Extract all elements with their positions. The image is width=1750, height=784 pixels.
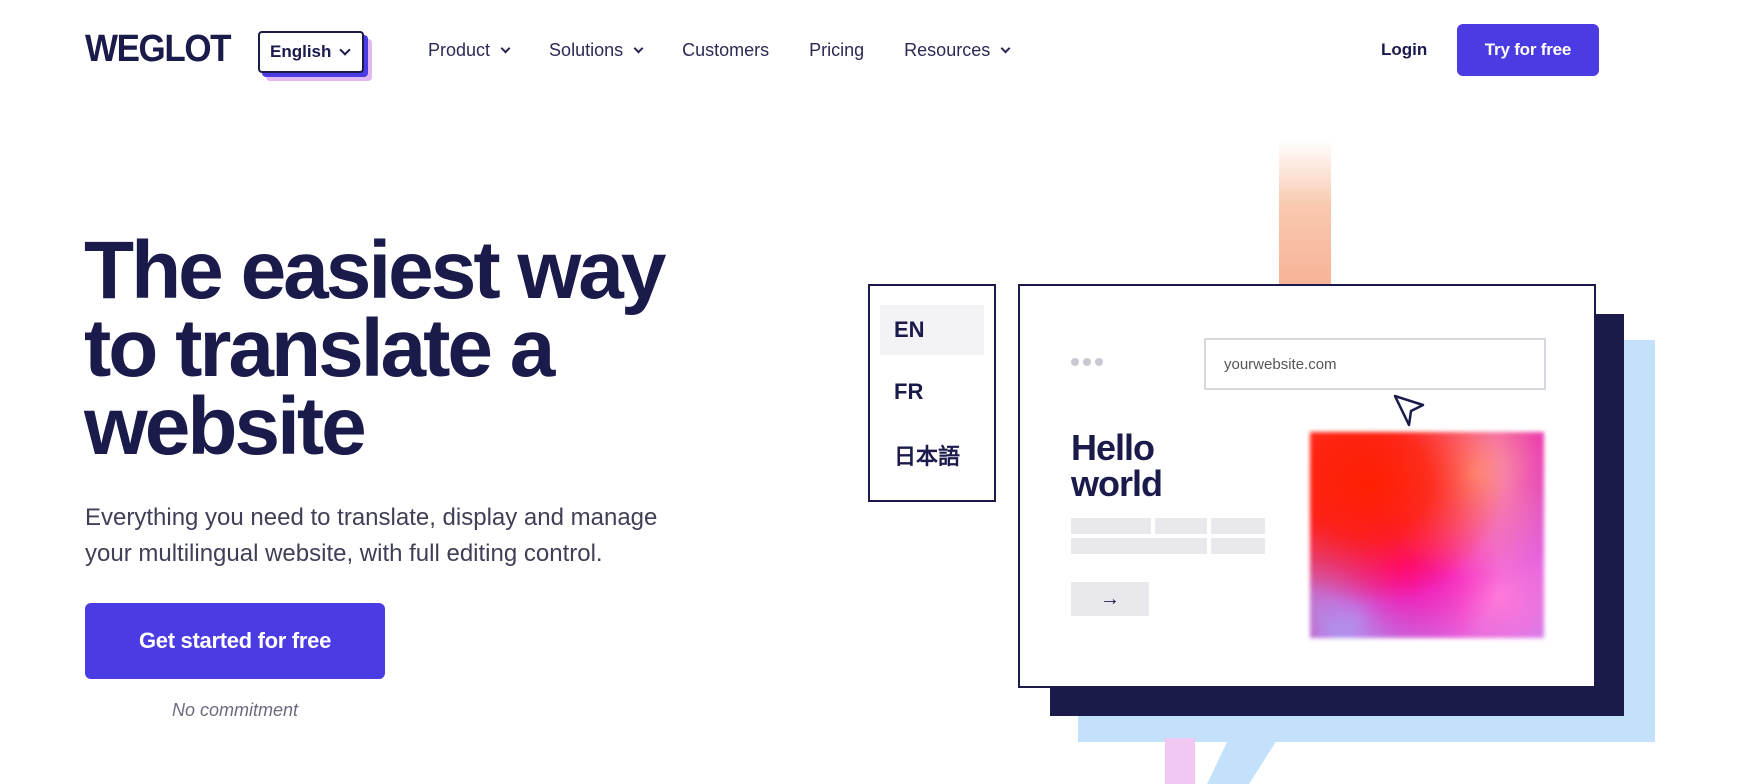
mockup-heading: Hello world: [1071, 427, 1163, 504]
url-text: yourwebsite.com: [1224, 355, 1337, 373]
nav-item-solutions[interactable]: Solutions: [549, 39, 644, 61]
arrow-right-icon: →: [1100, 587, 1120, 610]
text-placeholder: [1071, 518, 1151, 534]
nav-item-pricing[interactable]: Pricing: [809, 40, 864, 61]
login-link[interactable]: Login: [1381, 40, 1427, 60]
url-bar: yourwebsite.com: [1204, 338, 1546, 390]
try-for-free-button[interactable]: Try for free: [1457, 24, 1599, 76]
cursor-arrow-icon: [1393, 394, 1425, 427]
window-dot: [1083, 358, 1091, 366]
main-nav: Product Solutions Customers Pricing Reso…: [428, 38, 1049, 62]
weglot-logo[interactable]: WEGLOT: [85, 30, 232, 68]
window-dot: [1071, 358, 1079, 366]
nav-item-customers[interactable]: Customers: [682, 40, 769, 61]
nav-item-resources[interactable]: Resources: [904, 39, 1011, 61]
mockup-gradient-image: [1310, 432, 1544, 638]
mockup-heading-line1: Hello: [1071, 427, 1155, 468]
decorative-blue-tail: [1207, 740, 1277, 784]
nav-item-label: Customers: [682, 39, 770, 60]
language-option-ja: 日本語: [894, 444, 961, 469]
language-selector-button[interactable]: English: [258, 31, 364, 73]
hero-title: The easiest way to translate a website: [84, 225, 666, 472]
chevron-down-icon: [500, 43, 511, 53]
text-placeholder: [1211, 518, 1265, 534]
language-selector-label: English: [270, 42, 332, 61]
language-option-fr: FR: [894, 379, 924, 404]
nav-item-label: Product: [428, 39, 491, 60]
chevron-down-icon: [633, 43, 644, 53]
chevron-down-icon: [339, 43, 352, 56]
mockup-heading-line2: world: [1071, 463, 1163, 504]
nav-item-label: Resources: [904, 39, 991, 60]
window-dots: [1071, 358, 1103, 366]
text-placeholder: [1211, 538, 1265, 554]
text-placeholder: [1155, 518, 1207, 534]
nav-item-product[interactable]: Product: [428, 39, 511, 61]
language-switcher-panel: EN FR 日本語: [868, 284, 996, 502]
decorative-pink-bar: [1165, 738, 1195, 784]
no-commitment-note: No commitment: [171, 700, 299, 720]
window-dot: [1095, 358, 1103, 366]
hero-subtitle: Everything you need to translate, displa…: [85, 504, 658, 567]
mockup-arrow-button: →: [1071, 582, 1149, 616]
get-started-button[interactable]: Get started for free: [85, 603, 385, 679]
browser-mockup: yourwebsite.com Hello world →: [1018, 284, 1596, 688]
nav-item-label: Pricing: [809, 39, 865, 60]
text-placeholder: [1071, 538, 1207, 554]
chevron-down-icon: [1000, 43, 1011, 53]
language-selector[interactable]: English: [258, 31, 372, 81]
nav-item-label: Solutions: [549, 39, 624, 60]
language-option-en: EN: [880, 305, 984, 355]
decorative-orange-bar: [1279, 140, 1331, 285]
